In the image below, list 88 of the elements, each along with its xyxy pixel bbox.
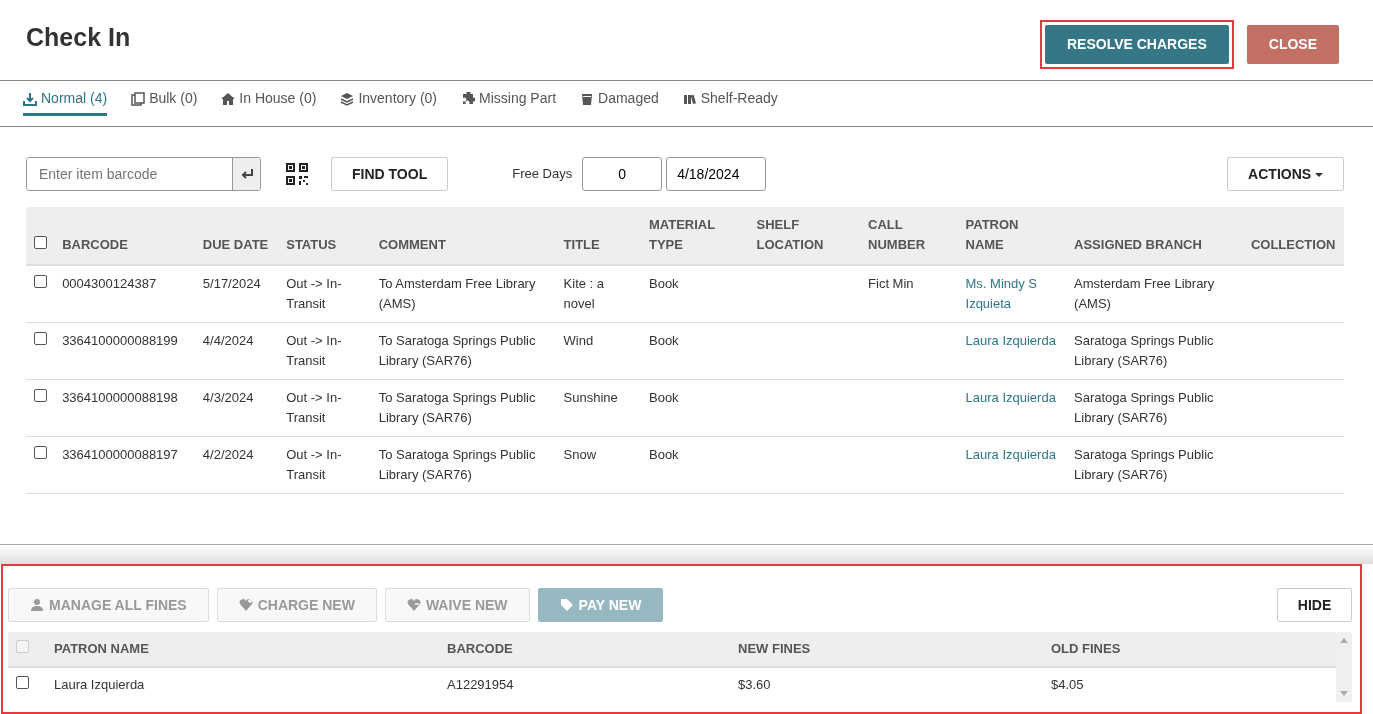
table-cell: 4/3/2024	[202, 390, 254, 405]
table-cell: Amsterdam Free Library (AMS)	[1074, 276, 1215, 311]
row-checkbox[interactable]	[34, 389, 47, 402]
column-header: ASSIGNED BRANCH	[1066, 207, 1243, 265]
table-cell: Out -> In-Transit	[286, 390, 342, 425]
table-cell: To Saratoga Springs Public Library (SAR76)	[378, 390, 536, 425]
table-cell: Wind	[563, 333, 594, 348]
column-header: NEW FINES	[730, 632, 1043, 667]
tab[interactable]: Bulk (0)	[131, 88, 198, 116]
table-cell: Book	[649, 276, 679, 291]
column-header: STATUS	[278, 207, 371, 265]
find-tool-button[interactable]: FIND TOOL	[331, 157, 449, 191]
column-header: BARCODE	[439, 632, 730, 667]
download-icon	[23, 91, 37, 106]
table-cell: Saratoga Springs Public Library (SAR76)	[1074, 333, 1214, 368]
resolve-charges-button[interactable]: RESOLVE CHARGES	[1045, 25, 1229, 64]
row-checkbox[interactable]	[34, 275, 47, 288]
column-header: BARCODE	[54, 207, 195, 265]
close-button[interactable]: CLOSE	[1246, 25, 1339, 64]
qr-code-icon[interactable]	[285, 162, 309, 186]
table-cell: 0004300124387	[62, 276, 157, 291]
tab[interactable]: In House (0)	[221, 88, 317, 116]
table-cell: Out -> In-Transit	[286, 447, 342, 482]
table-cell: 3364100000088199	[62, 333, 178, 348]
table-cell: Laura Izquierda	[54, 677, 145, 692]
puzzle-icon	[461, 91, 475, 106]
patron-link[interactable]: Laura Izquierda	[965, 445, 1059, 465]
table-cell: Saratoga Springs Public Library (SAR76)	[1074, 390, 1214, 425]
table-cell: Book	[649, 447, 679, 462]
table-cell: $3.60	[738, 677, 771, 692]
table-cell: Fict Min	[868, 276, 914, 291]
table-cell: To Saratoga Springs Public Library (SAR76)	[378, 333, 536, 368]
table-cell: Sunshine	[563, 390, 618, 405]
home-icon	[221, 91, 236, 106]
column-header: PATRON NAME	[957, 207, 1067, 265]
table-cell: Out -> In-Transit	[286, 333, 342, 368]
layers-icon	[340, 91, 355, 106]
table-cell: Snow	[563, 447, 597, 462]
column-header: DUE DATE	[194, 207, 279, 265]
free-days-field[interactable]: 0	[582, 157, 663, 191]
patron-link[interactable]: Laura Izquierda	[965, 331, 1059, 351]
enter-icon[interactable]	[232, 158, 260, 190]
caret-icon	[1315, 172, 1323, 177]
row-checkbox[interactable]	[16, 676, 29, 689]
patron-link[interactable]: Laura Izquierda	[965, 388, 1059, 408]
heart-minus-icon	[406, 598, 421, 612]
table-cell: 5/17/2024	[202, 276, 261, 291]
person-icon	[30, 598, 44, 612]
table-cell: Out -> In-Transit	[286, 276, 342, 311]
column-header: MATERIAL TYPE	[641, 207, 749, 265]
column-header: CALL NUMBER	[860, 207, 958, 265]
select-all-checkbox[interactable]	[34, 236, 47, 249]
tag-icon	[559, 598, 574, 612]
table-cell: Kite : a novel	[563, 276, 605, 311]
tab[interactable]: Damaged	[580, 88, 659, 116]
trash-icon	[580, 91, 595, 106]
column-header: SHELF LOCATION	[748, 207, 861, 265]
table-cell: $4.05	[1051, 677, 1084, 692]
table-cell: 4/2/2024	[202, 447, 254, 462]
table-cell: To Amsterdam Free Library (AMS)	[378, 276, 536, 311]
table-cell: A12291954	[447, 677, 514, 692]
hide-button[interactable]: HIDE	[1277, 588, 1352, 622]
table-cell: Saratoga Springs Public Library (SAR76)	[1074, 447, 1214, 482]
table-cell: 3364100000088197	[62, 447, 178, 462]
table-cell: Book	[649, 390, 679, 405]
tab[interactable]: Shelf-Ready	[682, 88, 778, 116]
heart-plus-icon	[238, 598, 253, 612]
column-header: TITLE	[555, 207, 641, 265]
table-cell: Book	[649, 333, 679, 348]
cards-icon	[131, 91, 146, 106]
row-checkbox[interactable]	[34, 446, 47, 459]
patron-link[interactable]: Ms. Mindy S Izquieta	[965, 274, 1059, 314]
actions-button[interactable]: ACTIONS	[1227, 157, 1344, 191]
free-days-label: Free Days	[512, 165, 573, 184]
tab[interactable]: Inventory (0)	[340, 88, 437, 116]
page-title: Check In	[26, 22, 131, 52]
table-cell: 3364100000088198	[62, 390, 178, 405]
barcode-field[interactable]: Enter item barcode	[26, 157, 261, 191]
date-field[interactable]: 4/18/2024	[666, 157, 767, 191]
tab[interactable]: Normal (4)	[23, 88, 108, 116]
column-header: COMMENT	[370, 207, 556, 265]
row-checkbox[interactable]	[34, 332, 47, 345]
column-header: PATRON NAME	[46, 632, 439, 667]
column-header: COLLECTION	[1242, 207, 1344, 265]
table-cell: To Saratoga Springs Public Library (SAR76)	[378, 447, 536, 482]
column-header: OLD FINES	[1043, 632, 1336, 667]
table-cell: 4/4/2024	[202, 333, 254, 348]
tab[interactable]: Missing Part	[461, 88, 557, 116]
